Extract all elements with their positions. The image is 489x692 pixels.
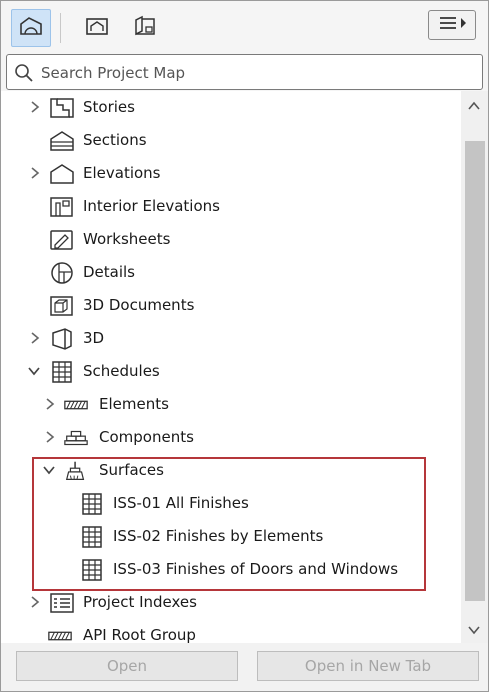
elements-hatch-icon [63,393,89,417]
search-icon [14,63,34,87]
worksheets-icon [49,228,75,252]
schedule-grid-icon [79,525,105,549]
toolbar-separator [60,13,61,43]
tree-item-label: Surfaces [99,461,164,479]
schedule-grid-icon [49,360,75,384]
project-map-button[interactable] [11,9,51,47]
chevron-right-icon[interactable] [28,330,42,346]
tree-item-label: Sections [83,131,147,149]
options-menu-button[interactable] [428,10,476,40]
open-in-new-tab-button[interactable]: Open in New Tab [257,651,479,681]
vertical-scrollbar[interactable] [461,91,488,643]
view-map-button[interactable] [77,9,117,47]
tree-item-3d-documents[interactable]: 3D Documents [1,289,461,322]
chevron-right-icon[interactable] [28,165,42,181]
tree-item-interior-elevations[interactable]: Interior Elevations [1,190,461,223]
surfaces-brush-icon [63,459,89,483]
tree-item-label: ISS-02 Finishes by Elements [113,527,324,545]
chevron-right-icon[interactable] [28,99,42,115]
tree-item-label: ISS-01 All Finishes [113,494,249,512]
3d-documents-icon [49,294,75,318]
schedule-grid-icon [79,492,105,516]
tree-item-label: Project Indexes [83,593,197,611]
tree-item-label: 3D Documents [83,296,195,314]
search-box[interactable] [6,54,483,90]
interior-elevations-icon [49,195,75,219]
tree-item-elevations[interactable]: Elevations [1,157,461,190]
scroll-up-arrow-icon[interactable] [467,97,481,115]
chevron-right-icon[interactable] [43,429,57,445]
tree-item-iss-02[interactable]: ISS-02 Finishes by Elements [1,520,461,553]
bottom-button-bar: Open Open in New Tab [1,643,488,691]
tree-item-label: Elevations [83,164,161,182]
open-button[interactable]: Open [16,651,238,681]
menu-options-icon [435,14,469,36]
project-map-tree: Stories Sections Elevations Interior Ele… [1,91,461,643]
tree-item-api-root-group[interactable]: API Root Group [1,619,461,643]
tree-item-details[interactable]: Details [1,256,461,289]
chevron-right-icon[interactable] [43,396,57,412]
tree-item-label: Schedules [83,362,160,380]
tree-item-sections[interactable]: Sections [1,124,461,157]
elements-hatch-icon [47,624,73,643]
3d-icon [49,327,75,351]
sections-icon [49,129,75,153]
tree-item-schedules[interactable]: Schedules [1,355,461,388]
scroll-down-arrow-icon[interactable] [467,621,481,639]
stories-icon [49,96,75,120]
tree-item-label: Stories [83,98,135,116]
toolbar [1,1,488,51]
scrollbar-thumb[interactable] [465,141,485,601]
layout-book-button[interactable] [125,9,165,47]
tree-item-label: Worksheets [83,230,171,248]
tree-item-components[interactable]: Components [1,421,461,454]
details-icon [49,261,75,285]
tree-item-label: Components [99,428,194,446]
schedule-grid-icon [79,558,105,582]
tree-item-worksheets[interactable]: Worksheets [1,223,461,256]
tree-item-3d[interactable]: 3D [1,322,461,355]
tree-item-surfaces[interactable]: Surfaces [1,454,461,487]
project-map-icon [17,14,45,42]
tree-item-stories[interactable]: Stories [1,91,461,124]
tree-item-project-indexes[interactable]: Project Indexes [1,586,461,619]
tree-item-label: Elements [99,395,169,413]
tree-item-iss-01[interactable]: ISS-01 All Finishes [1,487,461,520]
project-indexes-icon [49,591,75,615]
tree-item-label: Interior Elevations [83,197,220,215]
project-map-panel: Stories Sections Elevations Interior Ele… [0,0,489,692]
layout-book-icon [131,14,159,42]
tree-item-label: Details [83,263,136,281]
tree-item-label: ISS-03 Finishes of Doors and Windows [113,560,399,578]
tree-item-elements[interactable]: Elements [1,388,461,421]
search-input[interactable] [39,58,473,88]
tree-item-label: API Root Group [83,626,196,643]
tree-item-iss-03[interactable]: ISS-03 Finishes of Doors and Windows [1,553,461,586]
chevron-down-icon[interactable] [27,363,41,379]
view-map-icon [83,14,111,42]
components-icon [63,426,89,450]
chevron-right-icon[interactable] [28,594,42,610]
elevations-icon [49,162,75,186]
chevron-down-icon[interactable] [42,462,56,478]
tree-item-label: 3D [83,329,105,347]
